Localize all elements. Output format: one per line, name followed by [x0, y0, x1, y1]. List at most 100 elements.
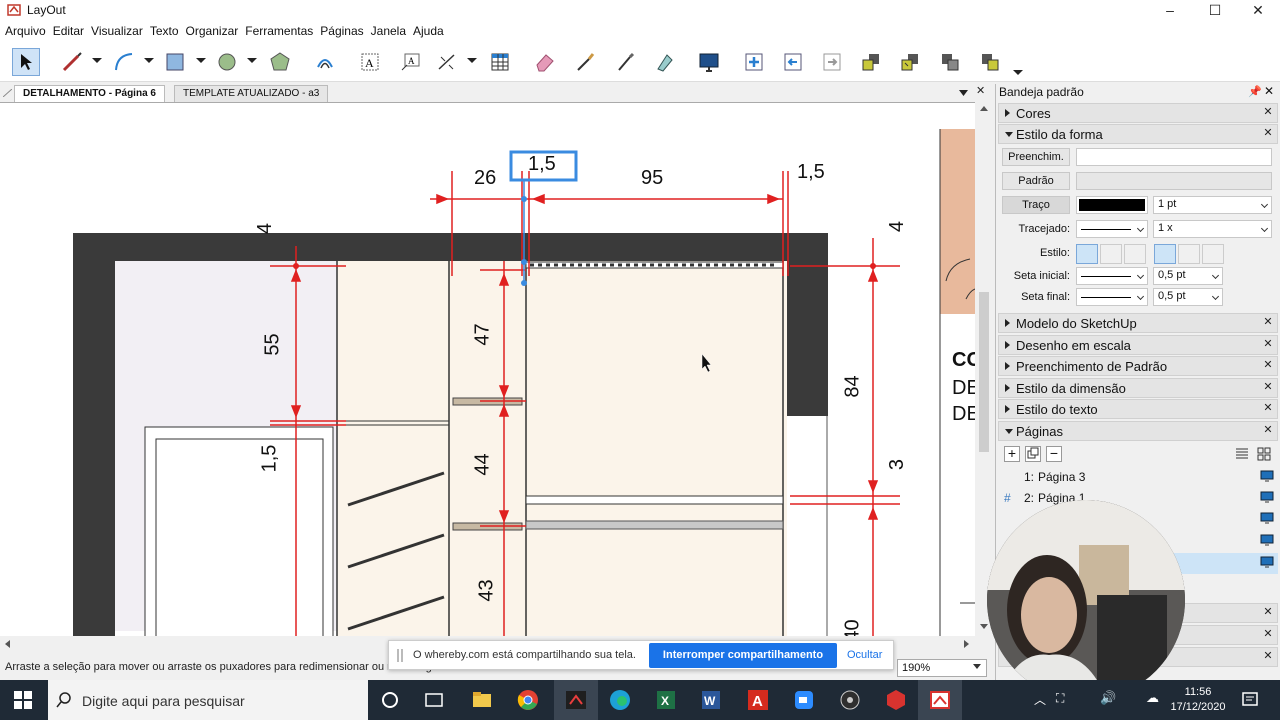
section-close-icon[interactable]: ✕ — [1262, 629, 1274, 641]
dash-pattern-select[interactable] — [1076, 220, 1148, 238]
taskbar-search[interactable]: Digite aqui para pesquisar — [48, 680, 368, 720]
add-page-icon[interactable] — [740, 48, 768, 76]
vertical-scrollbar[interactable] — [975, 102, 994, 636]
pattern-button[interactable]: Padrão — [1002, 172, 1070, 190]
menu-ferramentas[interactable]: Ferramentas — [245, 22, 319, 42]
maximize-button[interactable]: ☐ — [1195, 0, 1235, 22]
zoom-select[interactable]: 190% — [897, 659, 987, 677]
section-paginas[interactable]: Páginas ✕ — [998, 421, 1278, 441]
dim-label[interactable]: 40 — [842, 619, 865, 636]
menu-ajuda[interactable]: Ajuda — [413, 22, 450, 42]
previous-page-icon[interactable] — [779, 48, 807, 76]
add-page-icon[interactable]: + — [1004, 446, 1020, 462]
presentation-monitor-icon[interactable] — [1260, 470, 1274, 482]
scroll-left-icon[interactable] — [5, 640, 10, 648]
menu-editar[interactable]: Editar — [53, 22, 90, 42]
end-arrow-select[interactable] — [1076, 288, 1148, 306]
autocad-icon[interactable]: A — [746, 688, 770, 712]
volume-icon[interactable]: 🔊 — [1100, 690, 1116, 706]
close-window-button[interactable]: ✕ — [1238, 0, 1278, 22]
presentation-icon[interactable] — [695, 48, 723, 76]
cloud-icon[interactable]: ☁ — [1146, 690, 1159, 706]
join-round-icon[interactable] — [1178, 244, 1200, 264]
minimize-button[interactable]: – — [1150, 0, 1190, 22]
section-cores[interactable]: Cores ✕ — [998, 103, 1278, 123]
dim-label[interactable]: 43 — [476, 579, 499, 601]
windows-start-icon[interactable] — [11, 688, 35, 712]
pattern-swatch[interactable] — [1076, 172, 1272, 190]
dim-label[interactable]: 4 — [886, 221, 909, 232]
page-row[interactable]: # 2: Página 1 — [998, 488, 1278, 509]
page-row[interactable]: 1: Página 3 — [998, 467, 1278, 488]
cap-round-icon[interactable] — [1100, 244, 1122, 264]
section-close-icon[interactable]: ✕ — [1262, 317, 1274, 329]
presentation-monitor-icon[interactable] — [1260, 512, 1274, 524]
split-icon[interactable] — [611, 48, 639, 76]
polygon-icon[interactable] — [266, 48, 294, 76]
line-dropdown-icon[interactable] — [92, 58, 102, 63]
cap-square-icon[interactable] — [1124, 244, 1146, 264]
word-icon[interactable]: W — [699, 688, 723, 712]
end-arrow-size-select[interactable]: 0,5 pt — [1153, 288, 1223, 306]
dim-label[interactable]: 1,5 — [258, 445, 281, 473]
menu-paginas[interactable]: Páginas — [320, 22, 369, 42]
section-close-icon[interactable]: ✕ — [1262, 425, 1274, 437]
arc-dropdown-icon[interactable] — [144, 58, 154, 63]
task-view-icon[interactable] — [422, 688, 446, 712]
circle-dropdown-icon[interactable] — [247, 58, 257, 63]
fill-button[interactable]: Preenchim. — [1002, 148, 1070, 166]
tab-detalhamento[interactable]: DETALHAMENTO - Página 6 — [14, 85, 165, 102]
file-explorer-icon[interactable] — [470, 688, 494, 712]
line-icon[interactable] — [58, 48, 86, 76]
cap-butt-icon[interactable] — [1076, 244, 1098, 264]
cortana-icon[interactable] — [378, 688, 402, 712]
tab-close-icon[interactable]: ✕ — [976, 84, 985, 97]
rectangle-dropdown-icon[interactable] — [196, 58, 206, 63]
dim-label[interactable]: 55 — [262, 333, 285, 355]
layout-taskbar-icon[interactable] — [928, 688, 952, 712]
hide-banner-link[interactable]: Ocultar — [847, 649, 882, 661]
join-bevel-icon[interactable] — [1202, 244, 1224, 264]
arrange-backward-icon[interactable] — [936, 48, 964, 76]
toolbar-overflow-icon[interactable] — [1013, 70, 1023, 75]
select-icon[interactable] — [12, 48, 40, 76]
section-close-icon[interactable]: ✕ — [1262, 128, 1274, 140]
join-icon[interactable] — [650, 48, 678, 76]
stop-sharing-button[interactable]: Interromper compartilhamento — [649, 643, 837, 668]
section-estilo-dimensao[interactable]: Estilo da dimensão ✕ — [998, 378, 1278, 398]
zoom-dropdown-icon[interactable] — [973, 664, 981, 669]
edge-icon[interactable] — [608, 688, 632, 712]
dim-label[interactable]: 1,5 — [797, 161, 825, 184]
fill-swatch[interactable] — [1076, 148, 1272, 166]
arc-icon[interactable] — [110, 48, 138, 76]
taskbar-clock[interactable]: 11:56 17/12/2020 — [1168, 685, 1228, 715]
obs-icon[interactable] — [838, 688, 862, 712]
sketchup-layout-icon[interactable] — [564, 688, 588, 712]
dim-label[interactable]: 44 — [472, 453, 495, 475]
tab-template[interactable]: TEMPLATE ATUALIZADO - a3 — [174, 85, 329, 102]
dim-label[interactable]: 84 — [842, 375, 865, 397]
dimension-icon[interactable] — [433, 48, 461, 76]
tab-list-icon[interactable] — [959, 87, 968, 99]
table-icon[interactable] — [486, 48, 514, 76]
delete-page-icon[interactable]: − — [1046, 446, 1062, 462]
dim-label[interactable]: 3 — [886, 459, 909, 470]
rectangle-icon[interactable] — [161, 48, 189, 76]
dash-scale-select[interactable]: 1 x — [1153, 220, 1272, 238]
section-estilo-forma[interactable]: Estilo da forma ✕ — [998, 124, 1278, 144]
text-icon[interactable]: A — [356, 48, 384, 76]
excel-icon[interactable]: X — [654, 688, 678, 712]
menu-texto[interactable]: Texto — [150, 22, 185, 42]
start-arrow-select[interactable] — [1076, 267, 1148, 285]
style-icon[interactable] — [571, 48, 599, 76]
chrome-icon[interactable] — [516, 688, 540, 712]
stroke-width-select[interactable]: 1 pt — [1153, 196, 1272, 214]
scroll-right-icon[interactable] — [964, 640, 969, 648]
section-desenho-escala[interactable]: Desenho em escala ✕ — [998, 335, 1278, 355]
duplicate-page-icon[interactable] — [1025, 446, 1041, 462]
eraser-icon[interactable] — [531, 48, 559, 76]
tray-close-icon[interactable]: ✕ — [1264, 84, 1274, 98]
start-arrow-size-select[interactable]: 0,5 pt — [1153, 267, 1223, 285]
section-close-icon[interactable]: ✕ — [1262, 339, 1274, 351]
stroke-color-swatch[interactable] — [1076, 196, 1148, 214]
